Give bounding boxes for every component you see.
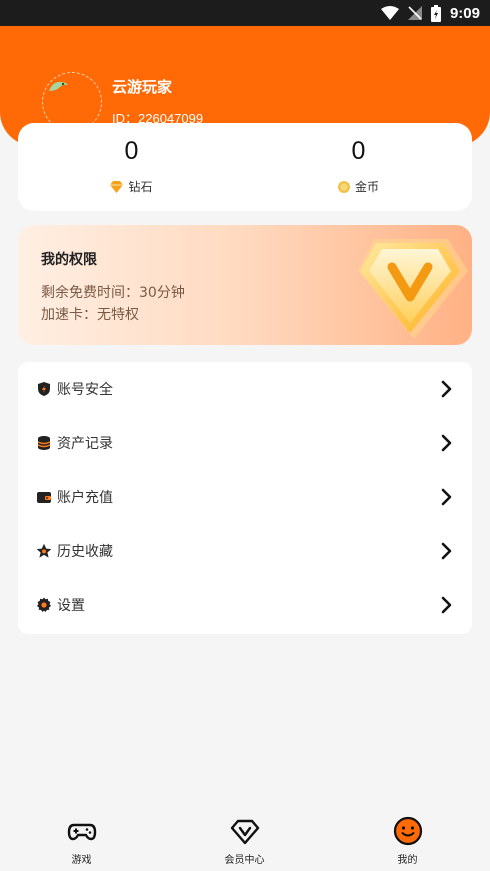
chevron-right-icon <box>441 542 452 560</box>
gear-icon <box>37 597 51 612</box>
accel-card-text: 加速卡：无特权 <box>41 307 139 323</box>
tab-mine[interactable]: 我的 <box>326 806 489 871</box>
status-bar: 9:09 <box>0 0 490 26</box>
coin-label-row: 金币 <box>245 178 472 195</box>
menu-label: 资产记录 <box>57 436 113 452</box>
smiley-icon <box>393 816 422 846</box>
tab-label: 游戏 <box>71 855 92 866</box>
chevron-right-icon <box>441 596 452 614</box>
vip-badge-icon <box>358 239 468 339</box>
menu-item-asset-records[interactable]: 资产记录 <box>18 416 472 470</box>
tab-label: 我的 <box>397 855 418 866</box>
diamond-stat[interactable]: 0 钻石 <box>18 123 245 211</box>
bird-icon <box>49 81 68 91</box>
stats-card: 0 钻石 0 金币 <box>18 123 472 211</box>
wifi-icon <box>380 6 399 20</box>
menu-card: 账号安全 资产记录 账户充值 历史收藏 设置 <box>18 362 472 634</box>
rights-title: 我的权限 <box>41 252 97 268</box>
status-icons: 9:09 <box>380 3 480 23</box>
menu-item-settings[interactable]: 设置 <box>18 578 472 632</box>
tab-label: 会员中心 <box>224 855 265 866</box>
diamond-label: 钻石 <box>128 180 153 194</box>
coin-label: 金币 <box>354 180 379 194</box>
status-time: 9:09 <box>449 4 480 22</box>
coin-count: 0 <box>351 137 366 165</box>
chevron-right-icon <box>441 488 452 506</box>
bottom-tab-bar: 游戏 会员中心 我的 <box>0 806 490 871</box>
coin-icon <box>337 180 350 193</box>
tab-member-center[interactable]: 会员中心 <box>163 806 326 871</box>
menu-item-history-favorites[interactable]: 历史收藏 <box>18 524 472 578</box>
vip-diamond-icon <box>230 819 259 845</box>
menu-label: 历史收藏 <box>57 544 113 560</box>
username: 云游玩家 <box>112 78 173 96</box>
diamond-label-row: 钻石 <box>18 178 245 195</box>
no-signal-icon <box>407 6 422 20</box>
rights-card[interactable]: 我的权限 剩余免费时间：30分钟 加速卡：无特权 <box>18 225 472 345</box>
chevron-right-icon <box>441 380 452 398</box>
menu-item-account-recharge[interactable]: 账户充值 <box>18 470 472 524</box>
tab-games[interactable]: 游戏 <box>0 806 163 871</box>
menu-label: 账号安全 <box>57 382 113 398</box>
gamepad-icon <box>67 823 96 841</box>
chevron-right-icon <box>441 434 452 452</box>
menu-item-account-security[interactable]: 账号安全 <box>18 362 472 416</box>
shield-icon <box>38 382 50 396</box>
diamond-count: 0 <box>124 137 139 165</box>
star-icon <box>36 543 52 558</box>
wallet-icon <box>37 492 51 503</box>
database-icon <box>37 436 51 450</box>
menu-label: 设置 <box>57 598 85 614</box>
menu-label: 账户充值 <box>57 490 113 506</box>
diamond-icon <box>110 180 124 193</box>
battery-icon <box>430 4 441 22</box>
coin-stat[interactable]: 0 金币 <box>245 123 472 211</box>
free-time-text: 剩余免费时间：30分钟 <box>41 285 185 301</box>
